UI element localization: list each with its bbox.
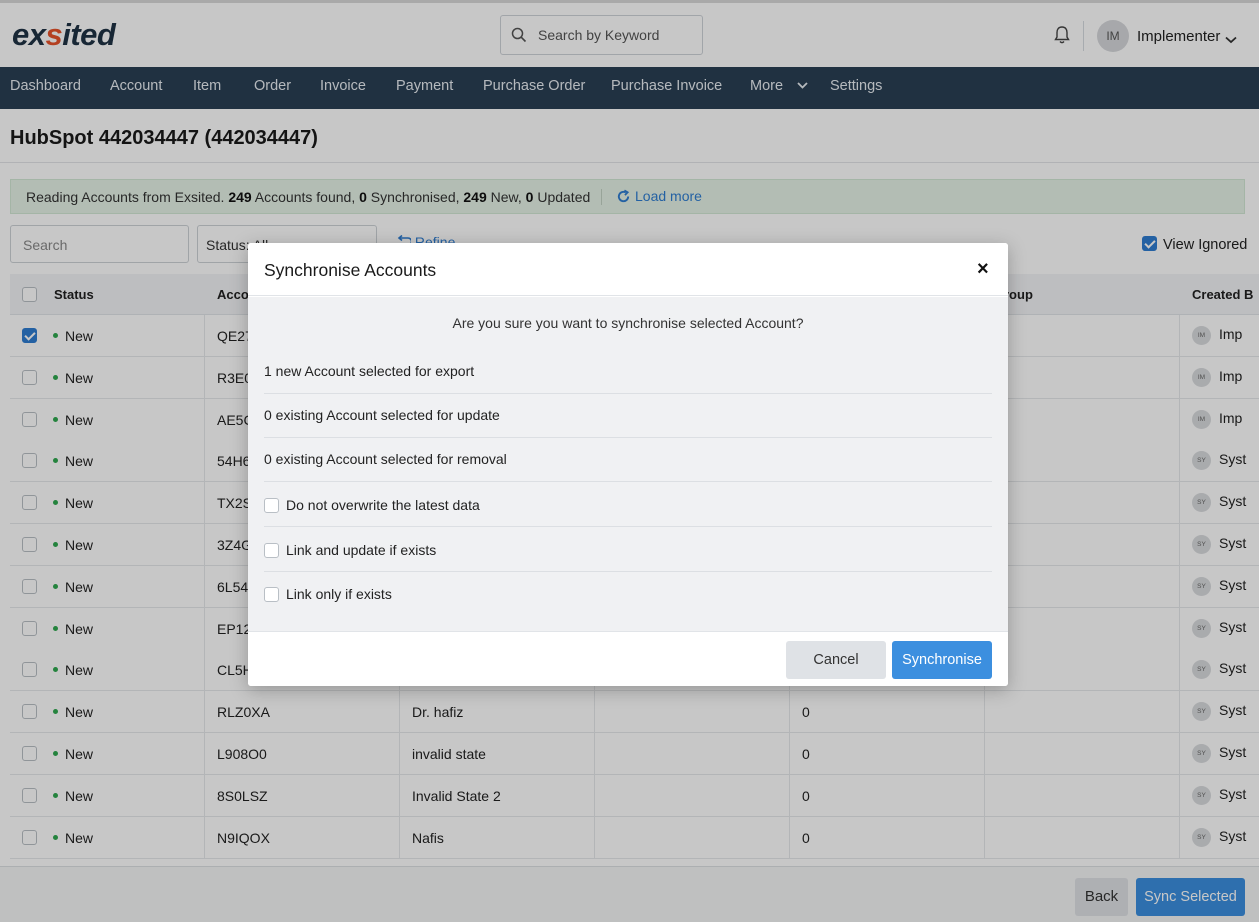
link-update-checkbox[interactable] [264, 543, 279, 558]
cancel-button[interactable]: Cancel [786, 641, 886, 679]
dialog-body: Are you sure you want to synchronise sel… [248, 297, 1008, 631]
divider [264, 481, 992, 482]
link-only-checkbox[interactable] [264, 587, 279, 602]
removal-count-text: 0 existing Account selected for removal [264, 451, 507, 467]
divider [264, 393, 992, 394]
no-overwrite-checkbox[interactable] [264, 498, 279, 513]
divider [264, 571, 992, 572]
dialog-title: Synchronise Accounts [264, 260, 437, 280]
synchronise-accounts-dialog: Synchronise Accounts × Are you sure you … [248, 243, 1008, 686]
update-count-text: 0 existing Account selected for update [264, 407, 500, 423]
option-link-only[interactable]: Link only if exists [264, 586, 992, 602]
confirm-question: Are you sure you want to synchronise sel… [452, 315, 804, 331]
divider [264, 437, 992, 438]
synchronise-button[interactable]: Synchronise [892, 641, 992, 679]
divider [264, 526, 992, 527]
close-icon[interactable]: × [977, 259, 989, 279]
option-link-update[interactable]: Link and update if exists [264, 542, 992, 558]
export-count-text: 1 new Account selected for export [264, 363, 475, 379]
option-no-overwrite[interactable]: Do not overwrite the latest data [264, 497, 992, 513]
dialog-footer: Cancel Synchronise [248, 631, 1008, 686]
dialog-header: Synchronise Accounts × [248, 243, 1008, 296]
